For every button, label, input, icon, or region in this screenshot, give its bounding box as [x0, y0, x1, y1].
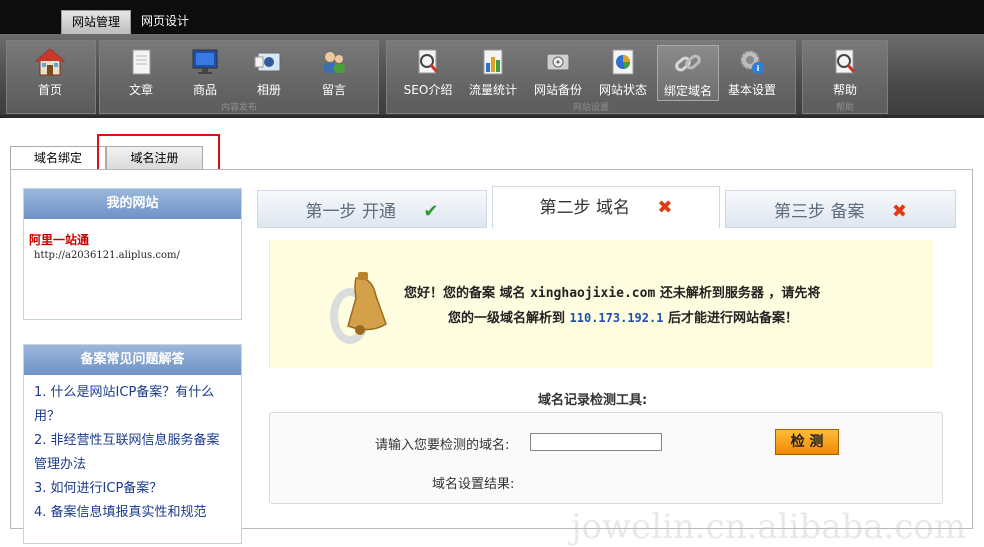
faq-item[interactable]: 1. 什么是网站ICP备案？有什么用？ — [34, 381, 231, 429]
domain-check-tool: 请输入您要检测的域名: 检 测 域名设置结果: — [269, 412, 943, 504]
tab-site-management[interactable]: 网站管理 — [61, 10, 132, 34]
tab-page-design[interactable]: 网页设计 — [131, 10, 199, 34]
album-label: 相册 — [256, 83, 281, 97]
faq-panel: 备案常见问题解答 1. 什么是网站ICP备案？有什么用？ 2. 非经营性互联网信… — [23, 344, 242, 544]
group-label-content: 内容发布 — [100, 103, 378, 113]
product-button[interactable]: 商品 — [176, 45, 234, 101]
server-ip: 110.173.192.1 — [569, 311, 664, 325]
seo-label: SEO介绍 — [403, 83, 453, 97]
bar-chart-icon — [483, 49, 503, 75]
toolbar: 首页 文章 商品 相册 留言 内容发布 SEO介绍 流量统计 网站备份 网站状态… — [0, 34, 984, 118]
step-3: 第三步 备案 ✖ — [725, 190, 956, 228]
help-label: 帮助 — [832, 83, 857, 97]
domain-input-label: 请输入您要检测的域名: — [375, 438, 510, 453]
svg-text:i: i — [757, 64, 760, 73]
content-frame: 我的网站 阿里一站通 http://a2036121.aliplus.com/ … — [10, 169, 973, 547]
group-label-site: 网站设置 — [387, 103, 795, 113]
group-label-help: 帮助 — [803, 103, 887, 113]
step-1: 第一步 开通 ✔ — [257, 190, 487, 228]
progress-steps: 第一步 开通 ✔ 第二步 域名 ✖ 第三步 备案 ✖ — [257, 186, 957, 230]
group-content-publish: 文章 商品 相册 留言 内容发布 — [99, 40, 379, 114]
faq-item[interactable]: 2. 非经营性互联网信息服务备案管理办法 — [34, 429, 231, 477]
bind-domain-button[interactable]: 绑定域名 — [657, 45, 719, 101]
site-name-link[interactable]: 阿里一站通 — [29, 231, 241, 248]
magnifier-doc-icon — [418, 49, 439, 74]
faq-item[interactable]: 3. 如何进行ICP备案？ — [34, 477, 231, 501]
home-button[interactable]: 首页 — [21, 45, 79, 101]
domain-name: xinghaojixie.com — [530, 286, 656, 301]
users-icon — [324, 52, 345, 73]
help-button[interactable]: 帮助 — [816, 45, 874, 101]
article-label: 文章 — [128, 83, 153, 97]
notice-line-1: 您好！您的备案 域名 xinghaojixie.com 还未解析到服务器 ，请先… — [404, 282, 820, 301]
product-label: 商品 — [192, 83, 217, 97]
check-button[interactable]: 检 测 — [775, 429, 839, 455]
article-button[interactable]: 文章 — [112, 45, 170, 101]
my-site-title: 我的网站 — [24, 189, 241, 219]
site-url-link[interactable]: http://a2036121.aliplus.com/ — [34, 250, 241, 261]
house-icon — [34, 48, 66, 76]
step-2-label: 第二步 域名 — [539, 198, 630, 218]
status-button[interactable]: 网站状态 — [594, 45, 652, 101]
cross-icon: ✖ — [891, 201, 907, 222]
basic-settings-button[interactable]: i 基本设置 — [723, 45, 781, 101]
notice-text-c: 您的一级域名解析到 — [448, 311, 570, 326]
group-help: 帮助 帮助 — [802, 40, 888, 114]
faq-title: 备案常见问题解答 — [24, 345, 241, 375]
chain-link-icon — [675, 54, 701, 72]
album-button[interactable]: 相册 — [240, 45, 298, 101]
basic-settings-label: 基本设置 — [727, 83, 776, 97]
backup-label: 网站备份 — [533, 83, 582, 97]
tab-domain-binding[interactable]: 域名绑定 — [10, 146, 106, 170]
pie-chart-icon — [612, 49, 634, 75]
notice-text-a: 您好！您的备案 域名 — [404, 286, 531, 301]
result-label: 域名设置结果: — [432, 477, 515, 492]
status-label: 网站状态 — [598, 83, 647, 97]
article-icon — [132, 49, 151, 75]
home-label: 首页 — [37, 83, 62, 97]
group-site-settings: SEO介绍 流量统计 网站备份 网站状态 绑定域名 i 基本设置 网站设置 — [386, 40, 796, 114]
main-content: 域名绑定 域名注册 我的网站 阿里一站通 http://a2036121.ali… — [0, 121, 984, 547]
bell-icon — [330, 272, 387, 344]
notice-text-d: 后才能进行网站备案！ — [663, 311, 798, 326]
seo-button[interactable]: SEO介绍 — [399, 45, 457, 101]
backup-button[interactable]: 网站备份 — [529, 45, 587, 101]
album-icon — [254, 52, 281, 72]
step-2: 第二步 域名 ✖ — [492, 186, 720, 228]
faq-list: 1. 什么是网站ICP备案？有什么用？ 2. 非经营性互联网信息服务备案管理办法… — [24, 375, 241, 531]
my-site-panel: 我的网站 阿里一站通 http://a2036121.aliplus.com/ — [23, 188, 242, 320]
monitor-icon — [192, 49, 218, 74]
domain-input[interactable] — [530, 433, 662, 451]
faq-item[interactable]: 4. 备案信息填报真实性和规范 — [34, 501, 231, 525]
traffic-label: 流量统计 — [468, 83, 517, 97]
watermark: jowelin.cn.alibaba.com — [571, 507, 967, 547]
disk-icon — [546, 53, 570, 71]
cross-icon: ✖ — [657, 197, 673, 218]
step-1-label: 第一步 开通 — [305, 202, 396, 222]
notice-text-b: 还未解析到服务器 ，请先将 — [655, 286, 821, 301]
top-menu-bar: 网站管理 网页设计 — [0, 0, 984, 34]
notice-box: 您好！您的备案 域名 xinghaojixie.com 还未解析到服务器 ，请先… — [269, 240, 933, 368]
message-button[interactable]: 留言 — [305, 45, 363, 101]
check-icon: ✔ — [423, 201, 439, 222]
notice-line-2: 您的一级域名解析到 110.173.192.1 后才能进行网站备案！ — [448, 307, 798, 326]
bind-domain-label: 绑定域名 — [663, 84, 712, 98]
gear-info-icon: i — [740, 50, 764, 74]
help-magnifier-icon — [835, 49, 856, 74]
step-3-label: 第三步 备案 — [774, 202, 865, 222]
group-home: 首页 — [6, 40, 96, 114]
message-label: 留言 — [321, 83, 346, 97]
traffic-button[interactable]: 流量统计 — [464, 45, 522, 101]
tool-title: 域名记录检测工具: — [538, 393, 648, 408]
